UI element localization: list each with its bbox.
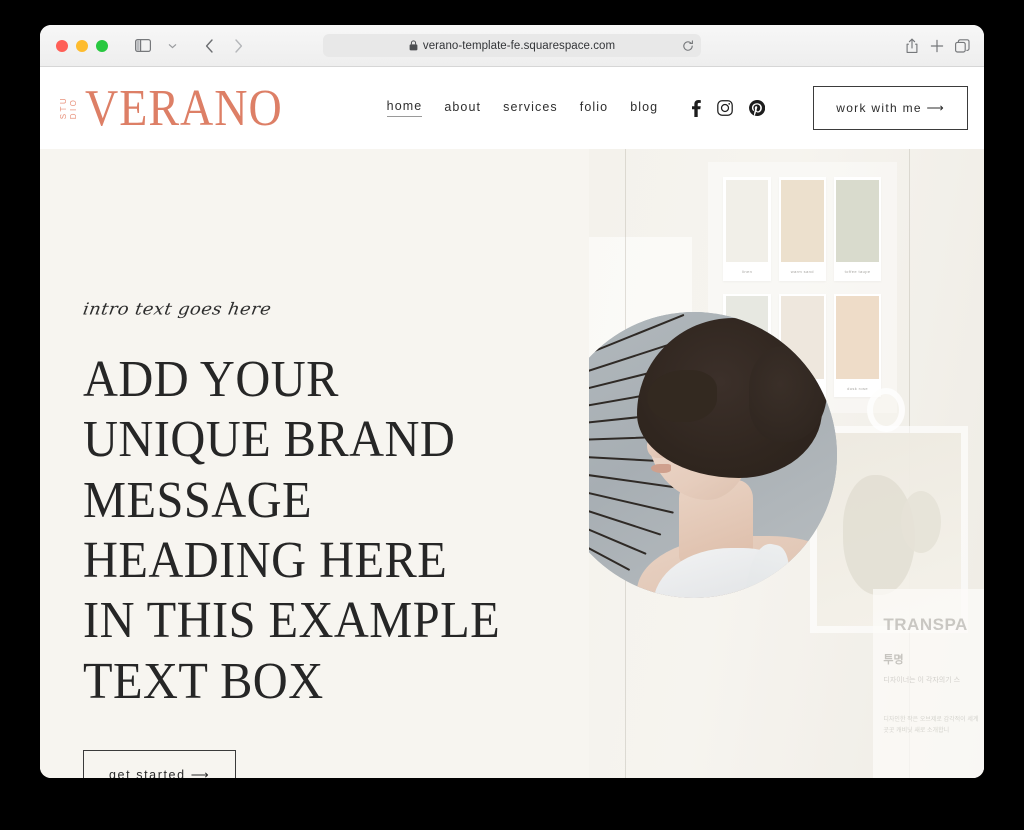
hero-copy-panel: intro text goes here ADD YOUR UNIQUE BRA… bbox=[40, 149, 589, 778]
swatch-label: warm sand bbox=[790, 268, 814, 274]
lock-icon bbox=[409, 40, 418, 51]
hero-image-panel: linen warm sand toffee taupe stone bbox=[589, 149, 984, 778]
chrome-navigation bbox=[108, 34, 251, 58]
address-bar[interactable]: verano-template-fe.squarespace.com bbox=[323, 34, 701, 57]
plus-icon[interactable] bbox=[930, 39, 944, 53]
sidebar-toggle-icon[interactable] bbox=[130, 34, 156, 58]
tab-overview-icon[interactable] bbox=[955, 38, 970, 53]
instagram-icon[interactable] bbox=[717, 100, 734, 116]
pinterest-icon[interactable] bbox=[749, 100, 766, 116]
swatch-label: linen bbox=[741, 268, 753, 274]
nav-item-blog[interactable]: blog bbox=[630, 100, 658, 117]
nav-item-about[interactable]: about bbox=[444, 100, 481, 117]
browser-window: verano-template-fe.squarespace.com STU D… bbox=[40, 25, 984, 778]
window-controls bbox=[40, 39, 108, 52]
back-arrow-icon[interactable] bbox=[196, 34, 222, 58]
logo-wordmark: VERANO bbox=[85, 79, 283, 137]
magazine-subtitle: 투명 bbox=[883, 654, 904, 667]
logo-studio-text: STU DIO bbox=[59, 96, 78, 120]
page-viewport: STU DIO VERANO home about services folio… bbox=[40, 67, 984, 778]
magazine-footer-text: 디자인한 작은 오브제로 감각적이 세계 곳곳 캐비닛 새로 소개합니 bbox=[883, 717, 979, 734]
swatch-chip bbox=[836, 179, 879, 263]
portrait-lips bbox=[651, 464, 671, 473]
chevron-down-icon[interactable] bbox=[159, 34, 185, 58]
social-links bbox=[692, 99, 766, 117]
wall-photo-sphere bbox=[900, 490, 942, 553]
close-window-button[interactable] bbox=[56, 39, 68, 52]
facebook-icon[interactable] bbox=[692, 99, 702, 117]
wall-magazine-page: TRANSPA 투명 디자이너는 이 각자의기 스 디자인한 작은 오브제로 감… bbox=[873, 589, 984, 778]
hero-copy-block: intro text goes here ADD YOUR UNIQUE BRA… bbox=[81, 299, 553, 778]
swatch-chip bbox=[725, 179, 769, 263]
chrome-toolbar-right bbox=[905, 38, 970, 54]
url-text: verano-template-fe.squarespace.com bbox=[422, 39, 616, 52]
swatch-card: warm sand bbox=[778, 177, 826, 281]
swatch-card: toffee taupe bbox=[833, 177, 882, 281]
get-started-button[interactable]: get started ⟶ bbox=[83, 749, 237, 778]
main-navigation: home about services folio blog work with… bbox=[386, 86, 968, 130]
logo-stacked-top: STU bbox=[59, 96, 68, 120]
nav-item-folio[interactable]: folio bbox=[580, 100, 608, 117]
portrait-fringe bbox=[647, 370, 717, 422]
nav-item-home[interactable]: home bbox=[386, 99, 423, 117]
share-icon[interactable] bbox=[905, 38, 919, 54]
magazine-title: TRANSPA bbox=[883, 615, 968, 635]
nav-item-services[interactable]: services bbox=[503, 100, 558, 117]
work-with-me-button[interactable]: work with me ⟶ bbox=[813, 86, 968, 130]
magazine-body-text: 디자이너는 이 각자의기 스 bbox=[883, 677, 961, 685]
swatch-card: linen bbox=[723, 177, 771, 281]
browser-chrome: verano-template-fe.squarespace.com bbox=[40, 25, 984, 67]
logo-stacked-bottom: DIO bbox=[69, 98, 78, 120]
site-header: STU DIO VERANO home about services folio… bbox=[40, 67, 984, 149]
swatch-chip bbox=[780, 179, 824, 263]
swatch-card: dusk rose bbox=[833, 293, 882, 398]
hero-heading: ADD YOUR UNIQUE BRAND MESSAGE HEADING HE… bbox=[83, 351, 501, 710]
reload-icon[interactable] bbox=[682, 39, 694, 52]
hero-intro-text: intro text goes here bbox=[81, 299, 273, 320]
minimize-window-button[interactable] bbox=[76, 39, 88, 52]
forward-arrow-icon[interactable] bbox=[225, 34, 251, 58]
hero-section: linen warm sand toffee taupe stone bbox=[40, 149, 984, 778]
zoom-window-button[interactable] bbox=[96, 39, 108, 52]
swatch-label: toffee taupe bbox=[844, 268, 871, 274]
hero-circular-portrait bbox=[589, 312, 837, 598]
site-logo[interactable]: STU DIO VERANO bbox=[59, 79, 283, 137]
swatch-chip bbox=[836, 296, 879, 379]
